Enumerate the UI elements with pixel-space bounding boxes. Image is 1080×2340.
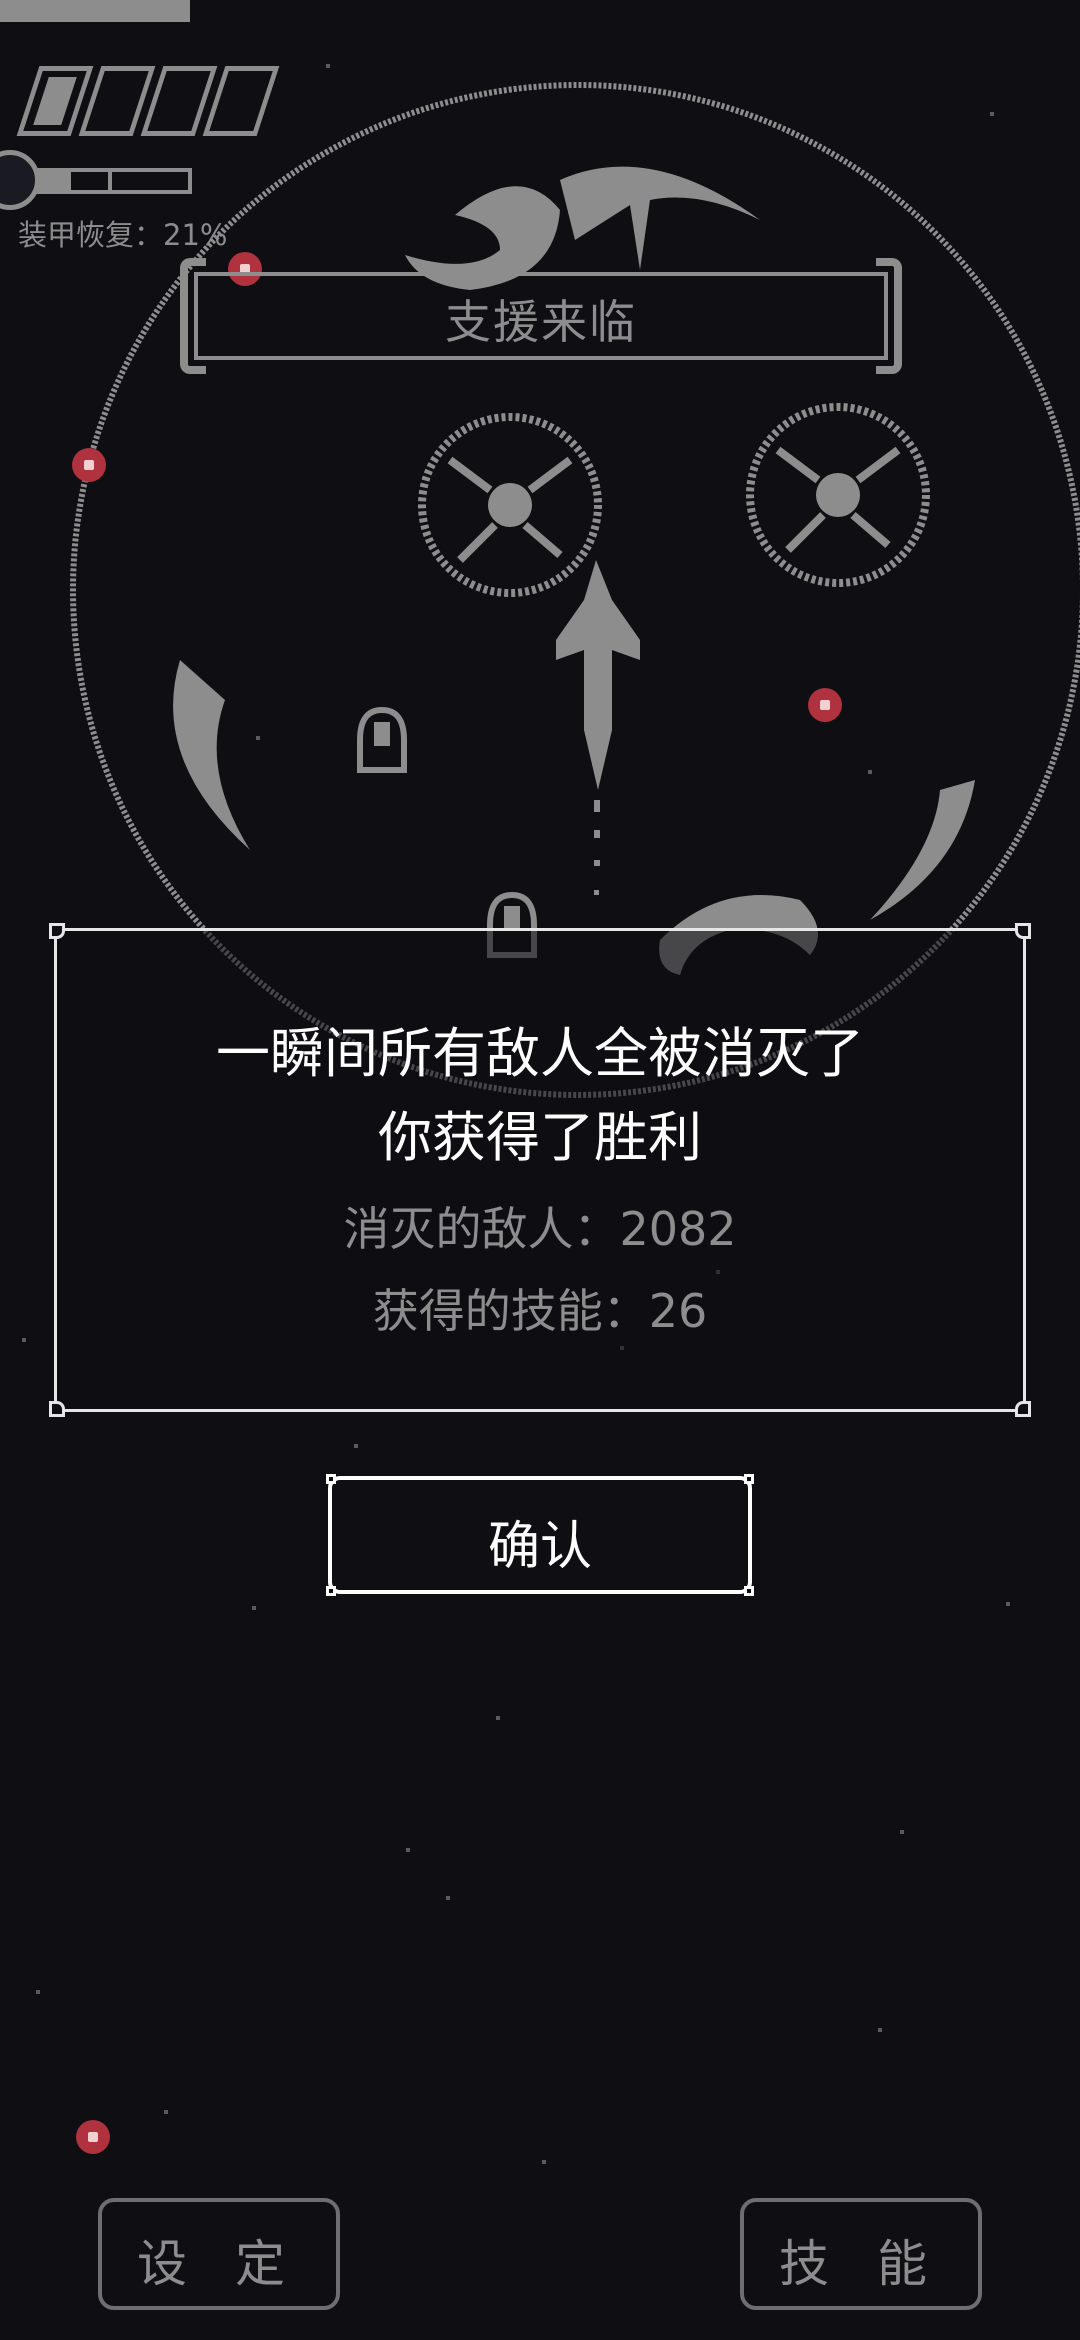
dialog-corner (49, 923, 65, 939)
confirm-button[interactable]: 确认 (326, 1474, 754, 1596)
armor-bar-divider (108, 172, 112, 190)
skills-button[interactable]: 技 能 (740, 2198, 982, 2310)
enemy-dot (808, 688, 842, 722)
enemies-destroyed-stat: 消灭的敌人：2082 (343, 1202, 737, 1256)
claw-left (173, 660, 250, 850)
claw-top (560, 166, 760, 270)
dialog-corner (1015, 923, 1031, 939)
top-status-strip (0, 0, 190, 22)
banner-title: 支援来临 (445, 295, 637, 349)
victory-message-line2: 你获得了胜利 (378, 1106, 702, 1169)
claw-right (870, 780, 975, 920)
armor-recovery-bar (36, 168, 192, 194)
armor-segments (16, 66, 298, 144)
dialog-corner (49, 1401, 65, 1417)
turret-left (357, 706, 407, 773)
game-screen: 装甲恢复：21% 支援来临 一瞬间所有敌人全被消灭了 你获得了胜利 消灭的敌人：… (0, 0, 1080, 2340)
skills-button-label: 技 能 (779, 2235, 943, 2293)
armor-recovery-label: 装甲恢复：21% (18, 218, 228, 252)
enemy-dot (72, 448, 106, 482)
victory-message-line1: 一瞬间所有敌人全被消灭了 (216, 1022, 864, 1085)
support-banner: 支援来临 (180, 258, 902, 374)
settings-button[interactable]: 设 定 (98, 2198, 340, 2310)
confirm-button-label: 确认 (487, 1517, 592, 1577)
dialog-corner (1015, 1401, 1031, 1417)
enemy-dot (76, 2120, 110, 2154)
armor-recovery-fill (40, 172, 72, 190)
skills-obtained-stat: 获得的技能：26 (372, 1284, 708, 1338)
victory-dialog: 一瞬间所有敌人全被消灭了 你获得了胜利 消灭的敌人：2082 获得的技能：26 (49, 923, 1031, 1417)
player-ship (556, 560, 640, 790)
settings-button-label: 设 定 (137, 2235, 301, 2293)
armor-segment (202, 66, 280, 136)
